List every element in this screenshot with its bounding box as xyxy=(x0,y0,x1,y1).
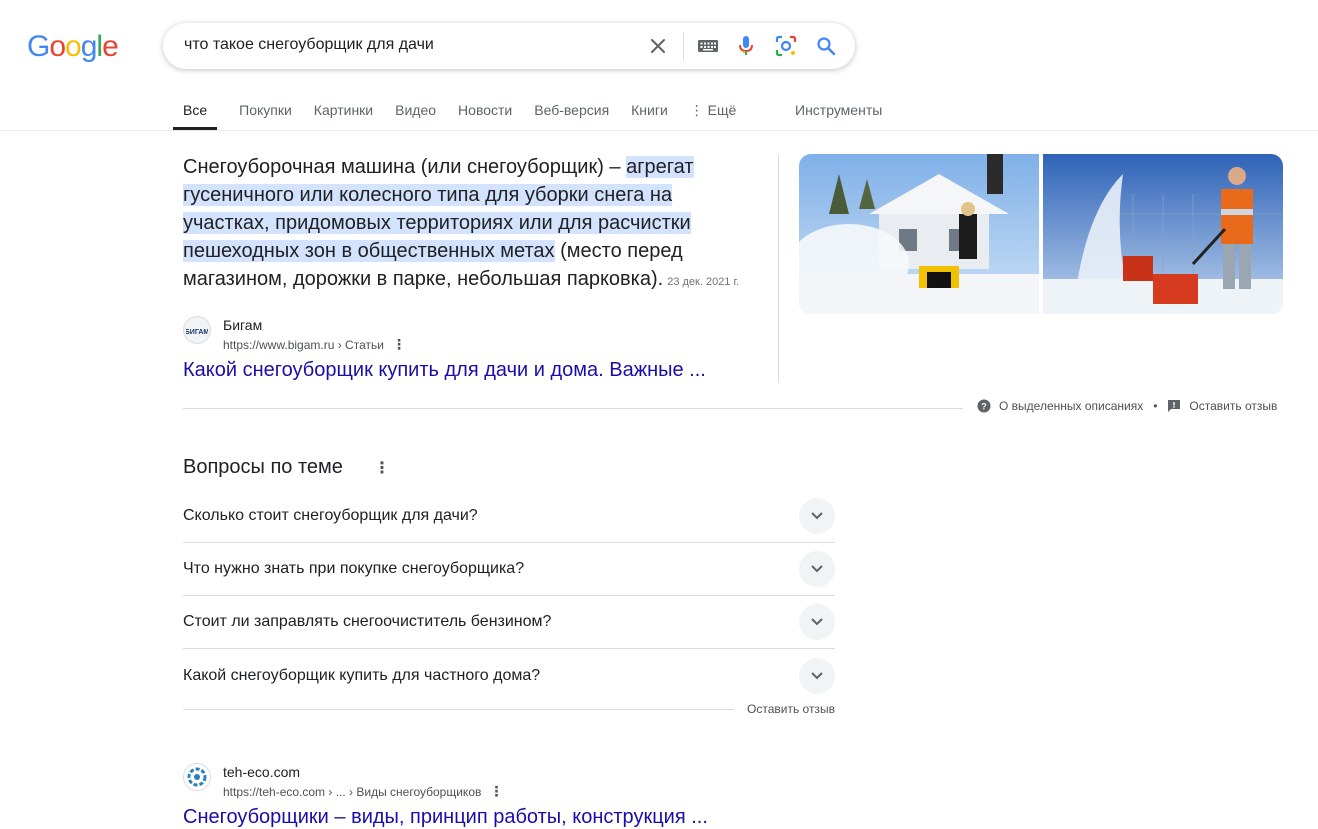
tools-button[interactable]: Инструменты xyxy=(795,102,882,118)
result-source[interactable]: teh-eco.com https://teh-eco.com › ... › … xyxy=(183,763,503,799)
logo-letter: G xyxy=(27,30,50,63)
search-tabs: Все Покупки Картинки Видео Новости Веб-в… xyxy=(173,98,758,130)
chevron-down-icon[interactable] xyxy=(799,604,835,640)
chevron-down-icon[interactable] xyxy=(799,498,835,534)
paa-question[interactable]: Что нужно знать при покупке снегоуборщик… xyxy=(183,543,835,596)
snippet-feedback-link[interactable]: Оставить отзыв xyxy=(1189,399,1277,413)
tab-more[interactable]: ⋮ Ещё xyxy=(690,98,737,130)
tab-web[interactable]: Веб-версия xyxy=(534,98,609,130)
paa-title: Вопросы по теме xyxy=(183,456,343,478)
search-input[interactable]: что такое снегоуборщик для дачи xyxy=(184,36,434,54)
tab-books[interactable]: Книги xyxy=(631,98,668,130)
logo-letter: o xyxy=(65,30,82,63)
search-box[interactable]: что такое снегоуборщик для дачи xyxy=(163,23,855,69)
snippet-bottom-divider xyxy=(183,408,963,409)
logo-letter: g xyxy=(80,30,98,63)
paa-question-text: Что нужно знать при покупке снегоуборщик… xyxy=(183,560,525,577)
more-options-icon[interactable]: ⋮ xyxy=(489,783,503,799)
google-logo[interactable]: Google xyxy=(27,30,119,64)
search-icon[interactable] xyxy=(811,31,841,61)
svg-text:?: ? xyxy=(981,402,987,412)
feedback-icon xyxy=(1167,399,1181,413)
clear-icon[interactable] xyxy=(643,31,673,61)
source-url-text: https://www.bigam.ru › Статьи xyxy=(223,338,384,352)
chevron-down-icon[interactable] xyxy=(799,551,835,587)
logo-letter: o xyxy=(49,30,66,63)
source-url: https://www.bigam.ru › Статьи ⋮ xyxy=(223,336,406,353)
footer-bullet: • xyxy=(1153,399,1158,413)
svg-text:БИГАМ: БИГАМ xyxy=(186,329,208,336)
snippet-divider xyxy=(778,155,779,383)
result-url-text: https://teh-eco.com › ... › Виды снегоуб… xyxy=(223,785,482,799)
paa-bottom-divider xyxy=(183,709,734,710)
result-title-link[interactable]: Снегоуборщики – виды, принцип работы, ко… xyxy=(183,806,708,829)
paa-question-text: Сколько стоит снегоуборщик для дачи? xyxy=(183,507,478,524)
header-divider xyxy=(0,130,1318,131)
paa-list: Сколько стоит снегоуборщик для дачи? Что… xyxy=(183,490,835,702)
tab-shopping[interactable]: Покупки xyxy=(239,98,292,130)
featured-snippet-text: Снегоуборочная машина (или снегоуборщик)… xyxy=(183,153,763,296)
tab-news[interactable]: Новости xyxy=(458,98,512,130)
chevron-down-icon[interactable] xyxy=(799,657,835,694)
paa-feedback-link[interactable]: Оставить отзыв xyxy=(747,702,835,716)
about-snippets-link[interactable]: О выделенных описаниях xyxy=(999,399,1143,413)
tab-videos[interactable]: Видео xyxy=(395,98,436,130)
help-icon: ? xyxy=(977,399,991,413)
teh-eco-favicon-icon xyxy=(183,763,211,791)
paa-question[interactable]: Сколько стоит снегоуборщик для дачи? xyxy=(183,490,835,543)
search-actions xyxy=(643,31,841,61)
snippet-image-1[interactable] xyxy=(799,154,1039,314)
snippet-source[interactable]: БИГАМ Бигам https://www.bigam.ru › Стать… xyxy=(183,316,406,352)
paa-question-text: Какой снегоуборщик купить для частного д… xyxy=(183,666,541,684)
snippet-date: 23 дек. 2021 г. xyxy=(667,276,740,288)
logo-letter: e xyxy=(102,30,119,63)
snippet-text-before: Снегоуборочная машина (или снегоуборщик)… xyxy=(183,156,627,178)
bigam-favicon-icon: БИГАМ xyxy=(183,316,211,344)
paa-question-text: Стоит ли заправлять снегоочиститель бенз… xyxy=(183,613,552,630)
tab-images[interactable]: Картинки xyxy=(314,98,373,130)
keyboard-icon[interactable] xyxy=(693,31,723,61)
paa-question[interactable]: Стоит ли заправлять снегоочиститель бенз… xyxy=(183,596,835,649)
mic-icon[interactable] xyxy=(731,31,761,61)
search-divider xyxy=(683,32,684,60)
lens-icon[interactable] xyxy=(771,31,801,61)
snippet-image-2[interactable] xyxy=(1043,154,1283,314)
snippet-result-link[interactable]: Какой снегоуборщик купить для дачи и дом… xyxy=(183,359,706,382)
snippet-images xyxy=(799,154,1283,314)
source-name: Бигам xyxy=(223,317,263,333)
more-options-icon[interactable]: ⋮ xyxy=(392,336,406,352)
result-site-name: teh-eco.com xyxy=(223,764,301,780)
paa-question[interactable]: Какой снегоуборщик купить для частного д… xyxy=(183,649,835,702)
result-url: https://teh-eco.com › ... › Виды снегоуб… xyxy=(223,783,503,800)
tab-all[interactable]: Все xyxy=(173,98,218,130)
snippet-footer: ? О выделенных описаниях • Оставить отзы… xyxy=(977,399,1277,413)
paa-more-icon[interactable]: ⋮ xyxy=(374,458,390,478)
